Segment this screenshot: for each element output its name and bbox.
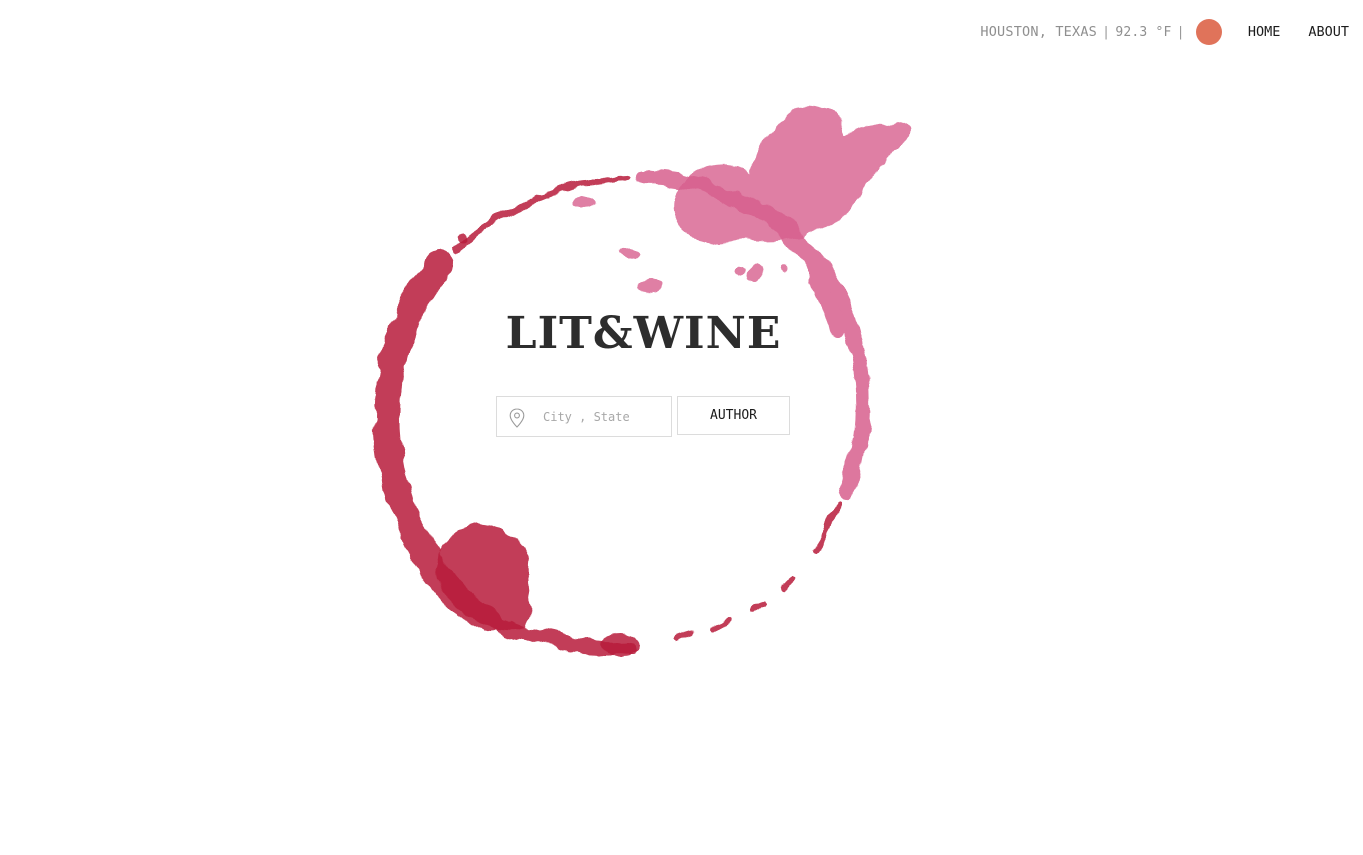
top-bar: HOUSTON, TEXAS | 92.3 °F | HOME ABOUT <box>980 18 1349 46</box>
weather-separator: | <box>1102 24 1111 40</box>
weather-separator: | <box>1176 24 1185 40</box>
site-title: LIT&WINE <box>505 308 782 359</box>
nav-about-link[interactable]: ABOUT <box>1308 24 1349 40</box>
nav-home-link[interactable]: HOME <box>1248 24 1281 40</box>
weather-widget: HOUSTON, TEXAS | 92.3 °F | <box>980 19 1222 45</box>
location-field[interactable] <box>496 396 672 437</box>
map-pin-icon <box>509 408 525 428</box>
location-input[interactable] <box>543 397 667 436</box>
wine-stain-ring-image <box>374 104 909 658</box>
weather-indicator-icon <box>1195 19 1222 45</box>
search-form: AUTHOR <box>496 396 790 437</box>
weather-temperature: 92.3 °F <box>1115 24 1172 40</box>
weather-location: HOUSTON, TEXAS <box>980 24 1097 40</box>
author-button[interactable]: AUTHOR <box>677 396 790 435</box>
